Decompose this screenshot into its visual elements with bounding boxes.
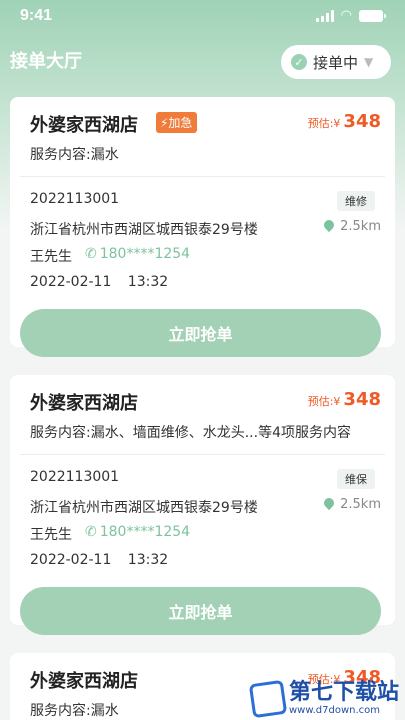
contact-name: 王先生 bbox=[30, 249, 72, 265]
service-type-badge: 维保 bbox=[337, 469, 375, 489]
address: 浙江省杭州市西湖区城西银泰29号楼 bbox=[30, 222, 258, 238]
shop-name: 外婆家西湖店 bbox=[30, 115, 138, 136]
signal-icon bbox=[315, 10, 334, 22]
location-pin-icon bbox=[322, 495, 337, 511]
status-icons: ◠ bbox=[315, 8, 386, 23]
estimated-price: 预估:¥ 348 bbox=[307, 111, 381, 132]
grab-order-button[interactable]: 立即抢单 bbox=[20, 587, 381, 635]
page-title: 接单大厅 bbox=[10, 51, 82, 72]
address: 浙江省杭州市西湖区城西银泰29号楼 bbox=[30, 500, 258, 516]
phone-link[interactable]: ✆ 180****1254 bbox=[85, 524, 190, 540]
watermark: 第七下载站 www.d7down.com bbox=[248, 679, 399, 718]
service-content: 服务内容:漏水 bbox=[30, 147, 119, 163]
order-status-label: 接单中 bbox=[313, 53, 359, 72]
watermark-logo-icon bbox=[248, 679, 288, 718]
caret-down-icon: ▼ bbox=[364, 55, 374, 69]
check-circle-icon: ✓ bbox=[291, 54, 307, 70]
distance: 2.5km bbox=[322, 217, 381, 234]
phone-icon: ✆ bbox=[85, 246, 97, 262]
urgent-badge: ⚡加急 bbox=[156, 112, 198, 133]
order-number: 2022113001 bbox=[30, 469, 120, 485]
service-content: 服务内容:漏水、墙面维修、水龙头...等4项服务内容 bbox=[30, 425, 351, 441]
wifi-icon: ◠ bbox=[340, 8, 352, 23]
order-datetime: 2022-02-11 13:32 bbox=[30, 274, 169, 290]
service-content: 服务内容:漏水 bbox=[30, 703, 119, 719]
status-time: 9:41 bbox=[20, 7, 53, 24]
watermark-url: www.d7down.com bbox=[288, 705, 381, 716]
order-card: 外婆家西湖店 预估:¥ 348 服务内容:漏水、墙面维修、水龙头...等4项服务内… bbox=[10, 375, 395, 635]
phone-icon: ✆ bbox=[85, 524, 97, 540]
order-card: 外婆家西湖店 ⚡加急 预估:¥ 348 服务内容:漏水 2022113001 维修… bbox=[10, 97, 395, 357]
service-type-badge: 维修 bbox=[337, 191, 375, 211]
phone-link[interactable]: ✆ 180****1254 bbox=[85, 246, 190, 262]
order-number: 2022113001 bbox=[30, 191, 120, 207]
shop-name: 外婆家西湖店 bbox=[30, 393, 138, 414]
estimated-price: 预估:¥ 348 bbox=[307, 389, 381, 410]
status-bar: 9:41 ◠ bbox=[0, 0, 405, 34]
grab-order-button[interactable]: 立即抢单 bbox=[20, 309, 381, 357]
order-datetime: 2022-02-11 13:32 bbox=[30, 552, 169, 568]
order-status-toggle[interactable]: ✓ 接单中 ▼ bbox=[281, 45, 391, 79]
contact-name: 王先生 bbox=[30, 527, 72, 543]
shop-name: 外婆家西湖店 bbox=[30, 671, 138, 692]
distance: 2.5km bbox=[322, 495, 381, 512]
watermark-title: 第七下载站 bbox=[288, 680, 399, 705]
location-pin-icon bbox=[322, 217, 337, 233]
battery-icon bbox=[359, 10, 386, 22]
